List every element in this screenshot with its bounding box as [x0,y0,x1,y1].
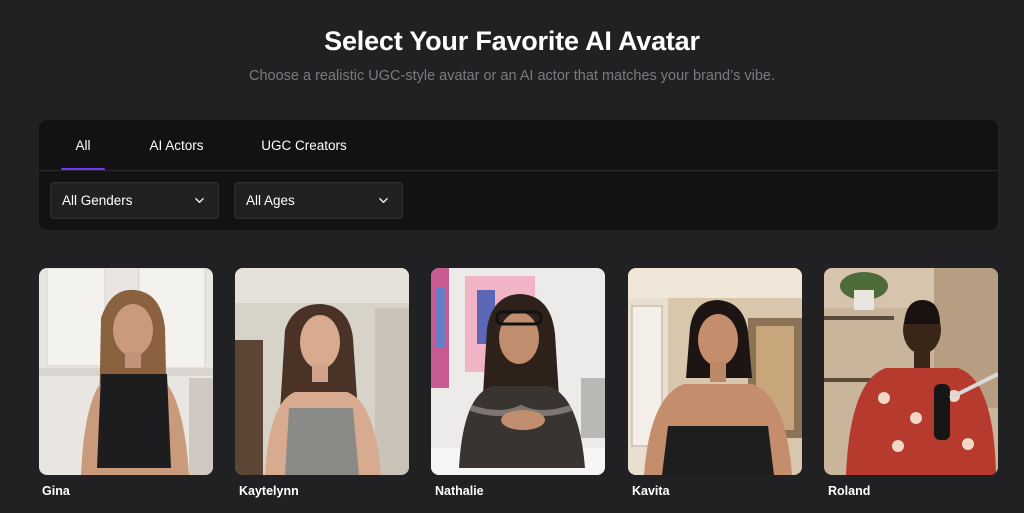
page-subtitle: Choose a realistic UGC-style avatar or a… [248,68,775,84]
avatar-card-kaytelynn[interactable] [235,268,409,475]
gender-select[interactable]: All Genders [50,182,219,219]
filter-panel: All AI Actors UGC Creators All Genders A… [39,120,998,230]
avatar-photo [824,268,998,475]
age-select-value: All Ages [246,193,295,208]
avatar-photo [235,268,409,475]
avatar-name: Kaytelynn [239,484,299,498]
tab-ai-actors[interactable]: AI Actors [139,120,214,171]
avatar-photo [628,268,802,475]
avatar-card-roland[interactable] [824,268,998,475]
avatar-name: Roland [828,484,871,498]
avatar-photo [431,268,605,475]
age-select[interactable]: All Ages [234,182,403,219]
tab-bar: All AI Actors UGC Creators [39,120,998,171]
avatar-name: Kavita [632,484,670,498]
avatar-card-kavita[interactable] [628,268,802,475]
avatar-photo [39,268,213,475]
page-title: Select Your Favorite AI Avatar [324,26,700,56]
avatar-name: Gina [42,484,70,498]
tab-ugc-creators[interactable]: UGC Creators [254,120,354,171]
chevron-down-icon [195,198,204,203]
active-tab-indicator [61,168,105,170]
chevron-down-icon [379,198,388,203]
avatar-selection-page: Select Your Favorite AI Avatar Choose a … [0,0,1024,513]
avatar-name: Nathalie [435,484,484,498]
avatar-card-gina[interactable] [39,268,213,475]
avatar-card-nathalie[interactable] [431,268,605,475]
tab-all[interactable]: All [61,120,105,171]
gender-select-value: All Genders [62,193,133,208]
